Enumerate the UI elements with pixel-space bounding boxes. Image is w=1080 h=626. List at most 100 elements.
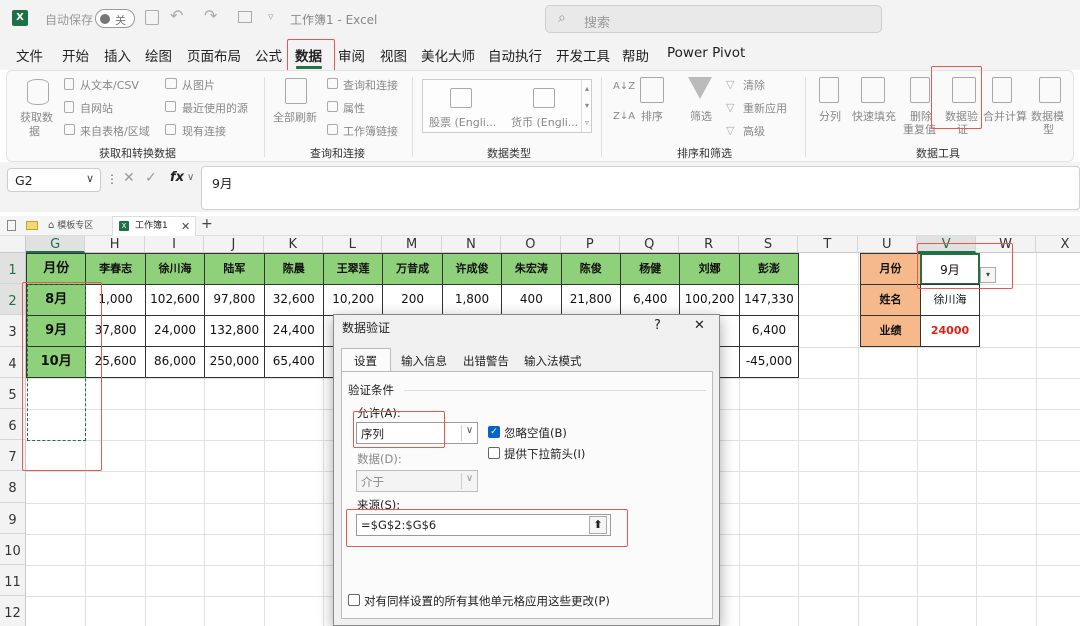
column-header-s[interactable]: S xyxy=(738,236,799,253)
name-box[interactable]: G2 ∨ xyxy=(7,168,101,192)
tab-developer[interactable]: 开发工具 xyxy=(556,45,610,65)
column-header-m[interactable]: M xyxy=(382,236,442,253)
dialog-tab-error-alert[interactable]: 出错警告 xyxy=(463,353,509,369)
tab-review[interactable]: 审阅 xyxy=(338,45,365,65)
table-cell[interactable]: 147,330 xyxy=(738,284,800,316)
reapply-button[interactable]: 重新应用 xyxy=(743,100,787,116)
help-button[interactable]: ? xyxy=(654,318,661,333)
table-header-cell[interactable]: 陈俊 xyxy=(560,253,621,285)
save-icon[interactable] xyxy=(145,10,159,25)
apply-all-checkbox[interactable] xyxy=(348,594,360,606)
clear-filter-button[interactable]: 清除 xyxy=(743,77,765,93)
row-header-8[interactable]: 8 xyxy=(0,471,26,503)
table-cell[interactable]: 250,000 xyxy=(204,346,265,378)
more-dots-icon[interactable]: ⋮ xyxy=(106,172,118,186)
chevron-down-icon[interactable]: ∨ xyxy=(86,172,94,185)
from-table-button[interactable]: 来自表格/区域 xyxy=(80,123,150,139)
close-dialog-button[interactable]: ✕ xyxy=(694,318,705,333)
column-header-j[interactable]: J xyxy=(204,236,264,253)
table-cell[interactable]: 132,800 xyxy=(204,315,265,347)
close-tab-icon[interactable]: ✕ xyxy=(181,217,190,236)
column-header-i[interactable]: I xyxy=(144,236,205,253)
insert-function-icon[interactable]: fx xyxy=(170,170,184,185)
flash-fill-button[interactable]: 快速填充 xyxy=(852,108,896,124)
row-header-12[interactable]: 12 xyxy=(0,596,26,626)
table-header-cell[interactable]: 朱宏涛 xyxy=(501,253,562,285)
column-header-x[interactable]: X xyxy=(1035,236,1080,253)
table-header-cell[interactable]: 万昔成 xyxy=(382,253,443,285)
template-tab[interactable]: ⌂ 模板专区 xyxy=(48,217,108,235)
table-cell[interactable]: 400 xyxy=(501,284,562,316)
table-cell[interactable]: 200 xyxy=(382,284,443,316)
row-header-1[interactable]: 1 xyxy=(0,253,26,285)
dialog-tab-ime-mode[interactable]: 输入法模式 xyxy=(524,353,582,369)
column-header-n[interactable]: N xyxy=(441,236,502,253)
table-header-cell[interactable]: 月份 xyxy=(26,253,87,285)
data-types-gallery[interactable]: 股票 (Engli... 货币 (Engli... ▴ ▾ ▿ xyxy=(422,79,592,133)
table-header-cell[interactable]: 彭澎 xyxy=(738,253,800,285)
column-header-o[interactable]: O xyxy=(501,236,561,253)
existing-connections-button[interactable]: 现有连接 xyxy=(182,123,226,139)
tab-file[interactable]: 文件 xyxy=(16,45,43,65)
table-cell[interactable]: 10,200 xyxy=(323,284,384,316)
table-header-cell[interactable]: 徐川海 xyxy=(144,253,206,285)
table-header-cell[interactable]: 刘娜 xyxy=(679,253,740,285)
table-cell[interactable]: 102,600 xyxy=(144,284,206,316)
redo-icon[interactable]: ↷ xyxy=(204,6,217,25)
row-header-10[interactable]: 10 xyxy=(0,533,26,565)
cancel-icon[interactable]: ✕ xyxy=(123,170,135,186)
tab-automate[interactable]: 自动执行 xyxy=(488,45,542,65)
table-header-cell[interactable]: 陆军 xyxy=(204,253,265,285)
table-cell[interactable]: 24,400 xyxy=(263,315,324,347)
table-header-cell[interactable]: 李春志 xyxy=(85,253,146,285)
recent-sources-button[interactable]: 最近使用的源 xyxy=(182,100,248,116)
customize-icon[interactable]: ▿ xyxy=(268,10,274,23)
tab-draw[interactable]: 绘图 xyxy=(145,45,172,65)
refresh-all-button[interactable]: 全部刷新 xyxy=(273,109,317,125)
table-cell[interactable]: 21,800 xyxy=(560,284,621,316)
table-header-cell[interactable]: 陈晨 xyxy=(263,253,324,285)
formula-input[interactable]: 9月 xyxy=(201,166,1080,210)
undo-icon[interactable]: ↶ xyxy=(170,6,183,25)
form-icon[interactable] xyxy=(238,11,252,23)
gallery-scroll[interactable]: ▴ ▾ ▿ xyxy=(581,80,592,132)
fx-chevron-icon[interactable]: ∨ xyxy=(187,172,194,183)
table-cell[interactable]: 86,000 xyxy=(144,346,206,378)
table-cell[interactable]: 6,400 xyxy=(620,284,681,316)
text-to-columns-button[interactable]: 分列 xyxy=(819,108,841,124)
table-cell[interactable]: 6,400 xyxy=(738,315,800,347)
from-text-csv-button[interactable]: 从文本/CSV xyxy=(80,77,139,93)
table-header-cell[interactable]: 王翠莲 xyxy=(323,253,384,285)
row-header-11[interactable]: 11 xyxy=(0,565,26,597)
get-data-button-line2[interactable]: 据 xyxy=(29,123,40,139)
dialog-tab-input-message[interactable]: 输入信息 xyxy=(401,353,447,369)
folder-icon[interactable] xyxy=(26,221,38,230)
from-picture-button[interactable]: 从图片 xyxy=(182,77,215,93)
column-header-u[interactable]: U xyxy=(857,236,917,253)
column-header-q[interactable]: Q xyxy=(620,236,680,253)
column-header-p[interactable]: P xyxy=(560,236,620,253)
table-cell[interactable]: 97,800 xyxy=(204,284,265,316)
tab-insert[interactable]: 插入 xyxy=(104,45,131,65)
column-header-h[interactable]: H xyxy=(85,236,145,253)
data-select[interactable]: 介于 ∨ xyxy=(356,470,478,492)
dialog-tab-settings[interactable]: 设置 xyxy=(341,348,391,372)
tab-help[interactable]: 帮助 xyxy=(622,45,649,65)
row-header-9[interactable]: 9 xyxy=(0,502,26,534)
sort-az-icon[interactable]: A↓Z xyxy=(613,81,635,92)
properties-button[interactable]: 属性 xyxy=(343,100,365,116)
sort-button[interactable]: 排序 xyxy=(641,108,663,124)
table-header-cell[interactable]: 杨健 xyxy=(620,253,681,285)
column-header-g[interactable]: G xyxy=(26,236,86,253)
select-all-corner[interactable] xyxy=(0,236,26,253)
column-header-r[interactable]: R xyxy=(679,236,739,253)
tab-page-layout[interactable]: 页面布局 xyxy=(187,45,241,65)
add-tab-icon[interactable]: + xyxy=(201,216,213,232)
workbook-links-button[interactable]: 工作簿链接 xyxy=(343,123,398,139)
data-model-button-line2[interactable]: 型 xyxy=(1043,121,1054,137)
dropdown-arrow-checkbox[interactable] xyxy=(488,447,500,459)
tab-view[interactable]: 视图 xyxy=(380,45,407,65)
queries-connections-button[interactable]: 查询和连接 xyxy=(343,77,398,93)
from-web-button[interactable]: 自网站 xyxy=(80,100,113,116)
advanced-filter-button[interactable]: 高级 xyxy=(743,123,765,139)
